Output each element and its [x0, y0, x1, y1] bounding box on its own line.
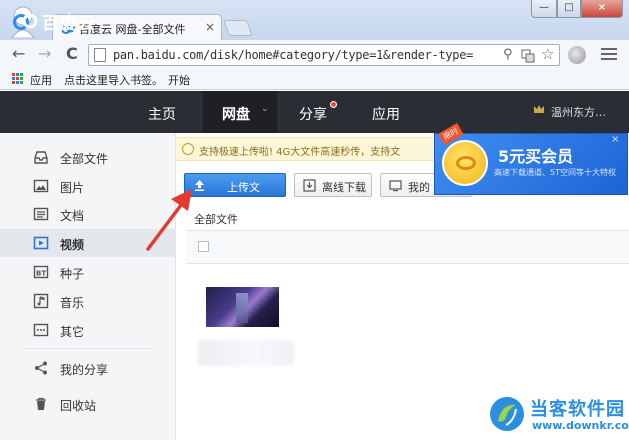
my-device-label: 我的: [408, 181, 430, 194]
nav-share[interactable]: 分享: [299, 104, 327, 124]
sidebar-item-label: 图片: [60, 181, 85, 195]
file-list-header: [186, 230, 629, 264]
sidebar-item-recycle-bin[interactable]: 回收站: [0, 390, 175, 418]
sidebar-item-other[interactable]: 其它: [0, 316, 175, 344]
bookmark-import-link[interactable]: 点击这里导入书签。: [64, 72, 163, 88]
sidebar-item-label: 其它: [60, 325, 85, 339]
nav-apps[interactable]: 应用: [372, 104, 400, 124]
smile-icon: [182, 143, 194, 155]
sidebar-item-label: 种子: [60, 267, 85, 281]
sidebar-item-label: 我的分享: [60, 363, 109, 377]
address-bar[interactable]: pan.baidu.com/disk/home#category/type=1&…: [88, 44, 560, 66]
vip-badge-icon: [442, 140, 488, 186]
sidebar-item-my-shares[interactable]: 我的分享: [0, 354, 175, 382]
ad-title: 5元买会员: [498, 147, 574, 166]
logo-text: 百度云: [42, 13, 96, 34]
offline-download-label: 离线下载: [322, 181, 366, 194]
bookmark-star-icon[interactable]: ☆: [541, 45, 554, 63]
translate-icon[interactable]: [521, 49, 535, 63]
device-icon: [389, 180, 402, 192]
tab-close-icon[interactable]: ×: [205, 20, 215, 34]
url-text: pan.baidu.com/disk/home#category/type=1&…: [113, 48, 473, 62]
bookmark-start[interactable]: 开始: [168, 72, 190, 88]
sidebar-divider: [24, 348, 154, 349]
blurred-filename: [198, 340, 294, 366]
screen-root: 百度云 网盘-全部文件 × — □ × ← → C pan.baidu.com/…: [0, 0, 629, 440]
sidebar-item-all-files[interactable]: 全部文件: [0, 143, 175, 171]
offline-download-icon: [303, 179, 316, 192]
page-icon: [94, 48, 106, 62]
watermark: 当客软件园 www.downkr.com: [486, 393, 629, 440]
upload-notice-bar: 支持极速上传啦! 4G大文件高速秒传，支持文: [176, 137, 436, 161]
apps-grid-icon[interactable]: [12, 73, 23, 84]
offline-download-button[interactable]: 离线下载: [294, 173, 372, 197]
notice-text: 支持极速上传啦! 4G大文件高速秒传，支持文: [199, 147, 401, 158]
zoom-icon[interactable]: ⚲: [503, 47, 513, 62]
document-icon: [33, 207, 49, 221]
ad-close-icon[interactable]: ×: [611, 134, 619, 145]
music-icon: [33, 293, 49, 309]
baidu-cloud-logo-icon: [13, 13, 38, 30]
watermark-name: 当客软件园: [530, 399, 625, 420]
back-button[interactable]: ←: [12, 45, 25, 63]
minimize-button[interactable]: —: [531, 0, 557, 18]
video-icon: [33, 236, 49, 250]
new-tab-button[interactable]: [223, 20, 253, 36]
close-window-button[interactable]: ×: [581, 0, 623, 18]
red-pointer-arrow-icon: [146, 189, 192, 251]
maximize-button[interactable]: □: [557, 0, 581, 18]
breadcrumb[interactable]: 全部文件: [194, 211, 238, 227]
files-icon: [34, 151, 48, 164]
nav-netdisk[interactable]: 网盘: [222, 104, 250, 124]
forward-button[interactable]: →: [38, 45, 51, 63]
torrent-icon: BT: [33, 265, 49, 279]
browser-menu-icon[interactable]: [598, 45, 620, 65]
share-notification-dot: [330, 101, 337, 108]
other-icon: [33, 323, 49, 337]
sidebar-item-torrents[interactable]: BT 种子: [0, 258, 175, 286]
nav-home[interactable]: 主页: [148, 104, 176, 124]
bookmark-apps[interactable]: 应用: [30, 72, 52, 88]
vip-crown-icon: [534, 105, 544, 113]
extension-globe-icon[interactable]: [568, 46, 586, 64]
ad-subtitle: 高速下载通道、5T空间等十大特权: [494, 168, 616, 177]
share-icon: [35, 361, 47, 375]
sidebar-item-label: 全部文件: [60, 152, 109, 166]
upload-button-label: 上传文: [227, 181, 260, 194]
reload-button[interactable]: C: [66, 45, 78, 63]
image-icon: [33, 179, 49, 193]
svg-text:BT: BT: [36, 270, 46, 278]
sidebar-item-label: 视频: [60, 238, 85, 252]
watermark-logo-icon: [490, 397, 524, 431]
sidebar-item-label: 回收站: [60, 399, 97, 413]
site-logo[interactable]: 百度云: [12, 9, 96, 34]
sidebar-item-label: 音乐: [60, 296, 85, 310]
nav-netdisk-chevron-icon[interactable]: ⌄: [261, 104, 269, 114]
sidebar-item-music[interactable]: 音乐: [0, 287, 175, 315]
video-thumbnail[interactable]: [206, 287, 279, 327]
bookmarks-bar: 应用 点击这里导入书签。 开始: [0, 68, 629, 90]
trash-icon: [36, 397, 46, 410]
window-controls: — □ ×: [531, 0, 623, 18]
watermark-url: www.downkr.com: [532, 419, 629, 432]
user-name[interactable]: 温州东方…: [551, 104, 606, 120]
sidebar-item-label: 文档: [60, 209, 85, 223]
